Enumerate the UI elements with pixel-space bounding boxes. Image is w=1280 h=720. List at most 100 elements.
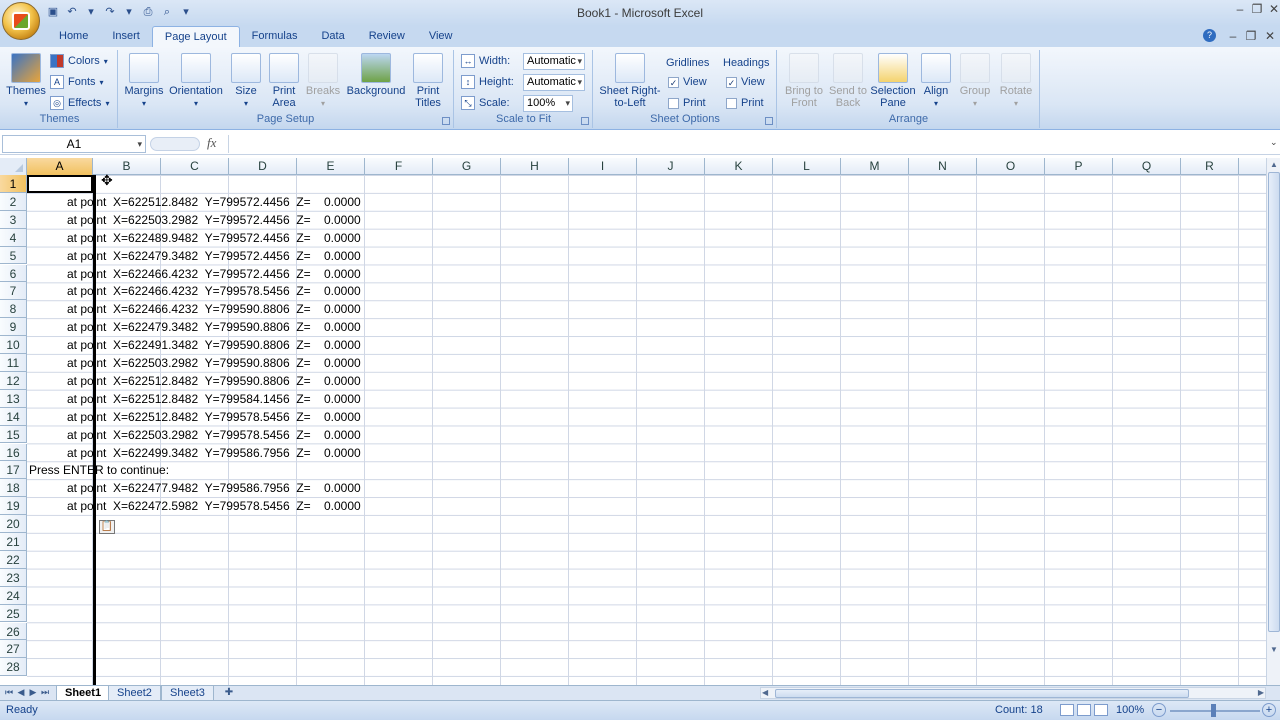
- orientation-button[interactable]: Orientation ▾: [168, 53, 224, 110]
- colors-button[interactable]: Colors ▾: [50, 52, 108, 70]
- formula-input[interactable]: [228, 135, 1268, 153]
- column-header-m[interactable]: M: [841, 158, 909, 175]
- last-sheet-icon[interactable]: ⏭: [40, 687, 50, 698]
- column-header-i[interactable]: I: [569, 158, 637, 175]
- print-area-button[interactable]: Print Area: [266, 53, 302, 109]
- column-header-f[interactable]: F: [365, 158, 433, 175]
- sheet-tab-sheet2[interactable]: Sheet2: [108, 686, 161, 701]
- column-header-k[interactable]: K: [705, 158, 773, 175]
- name-box[interactable]: A1: [2, 135, 146, 153]
- page-setup-launcher-icon[interactable]: [442, 117, 450, 125]
- rotate-button[interactable]: Rotate ▾: [996, 53, 1036, 110]
- sheet-tab-sheet1[interactable]: Sheet1: [56, 686, 111, 701]
- group-button[interactable]: Group ▾: [956, 53, 994, 110]
- sheet-options-launcher-icon[interactable]: [765, 117, 773, 125]
- row-header-13[interactable]: 13: [0, 389, 27, 408]
- row-header-26[interactable]: 26: [0, 622, 27, 641]
- width-dropdown[interactable]: Automatic: [523, 52, 585, 70]
- row-header-19[interactable]: 19: [0, 497, 27, 516]
- worksheet-grid[interactable]: ABCDEFGHIJKLMNOPQR 1 2 3 4 5 6 7 8 9 10 11 12 13 14 15…: [0, 158, 1266, 685]
- scale-spinner[interactable]: 100%: [523, 94, 573, 112]
- row-header-15[interactable]: 15: [0, 425, 27, 444]
- column-header-c[interactable]: C: [161, 158, 229, 175]
- column-header-p[interactable]: P: [1045, 158, 1113, 175]
- row-header-28[interactable]: 28: [0, 658, 27, 677]
- column-header-n[interactable]: N: [909, 158, 977, 175]
- column-header-l[interactable]: L: [773, 158, 841, 175]
- zoom-out-icon[interactable]: −: [1152, 703, 1166, 717]
- row-header-5[interactable]: 5: [0, 246, 27, 265]
- row-header-3[interactable]: 3: [0, 210, 27, 229]
- tab-view[interactable]: View: [417, 26, 465, 47]
- column-header-g[interactable]: G: [433, 158, 501, 175]
- row-header-1[interactable]: 1: [0, 175, 27, 193]
- tab-formulas[interactable]: Formulas: [240, 26, 310, 47]
- row-header-27[interactable]: 27: [0, 640, 27, 659]
- size-button[interactable]: Size ▾: [228, 53, 264, 110]
- workbook-minimize-icon[interactable]: –: [1225, 29, 1241, 43]
- scroll-up-icon[interactable]: ▲: [1268, 159, 1280, 171]
- row-header-2[interactable]: 2: [0, 192, 27, 211]
- row-header-18[interactable]: 18: [0, 479, 27, 498]
- row-header-21[interactable]: 21: [0, 533, 27, 551]
- workbook-close-icon[interactable]: ✕: [1262, 29, 1278, 43]
- zoom-slider-thumb[interactable]: [1211, 704, 1216, 717]
- normal-view-icon[interactable]: [1060, 704, 1074, 716]
- zoom-in-icon[interactable]: +: [1262, 703, 1276, 717]
- row-header-8[interactable]: 8: [0, 300, 27, 319]
- office-button[interactable]: [2, 2, 40, 40]
- breaks-button[interactable]: Breaks ▾: [304, 53, 342, 110]
- row-header-7[interactable]: 7: [0, 282, 27, 301]
- row-header-11[interactable]: 11: [0, 354, 27, 372]
- effects-button[interactable]: ◎ Effects ▾: [50, 94, 109, 112]
- tab-review[interactable]: Review: [357, 26, 417, 47]
- formula-bar-collapse-icon[interactable]: ⌄: [1270, 137, 1278, 148]
- row-header-20[interactable]: 20: [0, 515, 27, 533]
- column-header-e[interactable]: E: [297, 158, 365, 175]
- gridlines-view-checkbox[interactable]: ✓ View: [668, 73, 707, 91]
- column-header-q[interactable]: Q: [1113, 158, 1181, 175]
- height-dropdown[interactable]: Automatic: [523, 73, 585, 91]
- insert-function-button[interactable]: fx: [207, 135, 216, 151]
- print-titles-button[interactable]: Print Titles: [410, 53, 446, 109]
- row-header-24[interactable]: 24: [0, 586, 27, 605]
- background-button[interactable]: Background: [344, 53, 408, 97]
- scroll-left-icon[interactable]: ◀: [762, 688, 768, 697]
- row-header-14[interactable]: 14: [0, 407, 27, 426]
- scale-to-fit-launcher-icon[interactable]: [581, 117, 589, 125]
- column-header-d[interactable]: D: [229, 158, 297, 175]
- selection-pane-button[interactable]: Selection Pane: [870, 53, 916, 109]
- vertical-scrollbar[interactable]: ▲ ▼: [1266, 158, 1280, 685]
- column-header-o[interactable]: O: [977, 158, 1045, 175]
- tab-page-layout[interactable]: Page Layout: [151, 26, 240, 47]
- active-cell[interactable]: [27, 175, 93, 193]
- row-header-12[interactable]: 12: [0, 371, 27, 390]
- formula-bar-expander[interactable]: [150, 137, 200, 151]
- fonts-button[interactable]: A Fonts ▾: [50, 73, 104, 91]
- next-sheet-icon[interactable]: ▶: [28, 687, 38, 698]
- themes-button[interactable]: Themes ▾: [6, 53, 46, 110]
- row-header-25[interactable]: 25: [0, 604, 27, 623]
- row-header-16[interactable]: 16: [0, 443, 27, 462]
- column-header-j[interactable]: J: [637, 158, 705, 175]
- row-header-23[interactable]: 23: [0, 568, 27, 587]
- minimize-icon[interactable]: –: [1232, 2, 1248, 16]
- sheet-right-to-left-button[interactable]: Sheet Right-to-Left: [598, 53, 662, 109]
- page-layout-view-icon[interactable]: [1077, 704, 1091, 716]
- zoom-level[interactable]: 100%: [1116, 704, 1144, 716]
- tab-insert[interactable]: Insert: [100, 26, 152, 47]
- headings-print-checkbox[interactable]: Print: [726, 94, 764, 112]
- column-header-h[interactable]: H: [501, 158, 569, 175]
- bring-to-front-button[interactable]: Bring to Front: [782, 53, 826, 109]
- restore-icon[interactable]: ❐: [1249, 2, 1265, 16]
- headings-view-checkbox[interactable]: ✓ View: [726, 73, 765, 91]
- workbook-restore-icon[interactable]: ❐: [1243, 29, 1259, 43]
- tab-data[interactable]: Data: [309, 26, 356, 47]
- row-header-6[interactable]: 6: [0, 264, 27, 283]
- row-header-10[interactable]: 10: [0, 336, 27, 354]
- help-icon[interactable]: ?: [1203, 29, 1216, 42]
- prev-sheet-icon[interactable]: ◀: [16, 687, 26, 698]
- select-all-corner[interactable]: [0, 158, 27, 175]
- vertical-scroll-thumb[interactable]: [1268, 172, 1280, 632]
- paste-options-icon[interactable]: 📋: [99, 520, 115, 534]
